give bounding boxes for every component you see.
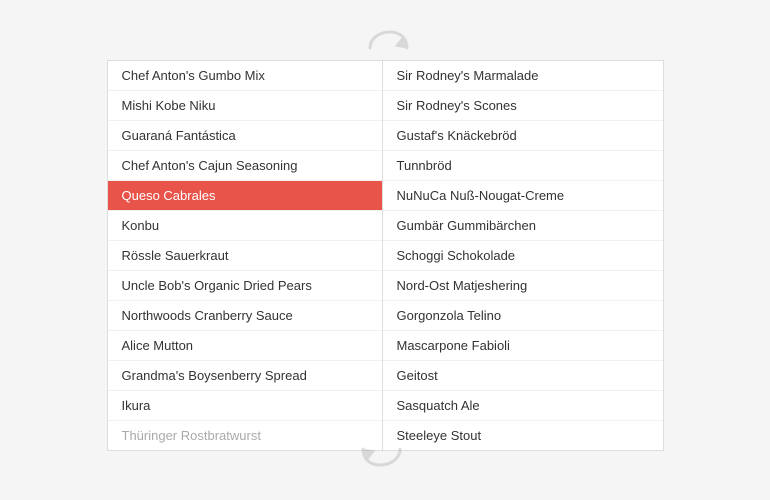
list-item[interactable]: Queso Cabrales xyxy=(108,181,382,211)
refresh-arrow-bottom[interactable] xyxy=(355,429,415,469)
list-item[interactable]: Rössle Sauerkraut xyxy=(108,241,382,271)
list-item[interactable]: Chef Anton's Cajun Seasoning xyxy=(108,151,382,181)
refresh-arrow-top[interactable] xyxy=(355,28,415,68)
list-item[interactable]: Schoggi Schokolade xyxy=(383,241,663,271)
main-container: Chef Anton's Gumbo MixMishi Kobe NikuGua… xyxy=(0,0,770,500)
list-item[interactable]: Uncle Bob's Organic Dried Pears xyxy=(108,271,382,301)
list-item[interactable]: Sir Rodney's Scones xyxy=(383,91,663,121)
left-list-panel: Chef Anton's Gumbo MixMishi Kobe NikuGua… xyxy=(108,61,383,450)
list-item[interactable]: Tunnbröd xyxy=(383,151,663,181)
list-item[interactable]: Gustaf's Knäckebröd xyxy=(383,121,663,151)
dual-list: Chef Anton's Gumbo MixMishi Kobe NikuGua… xyxy=(107,60,664,451)
list-item[interactable]: Gorgonzola Telino xyxy=(383,301,663,331)
list-item[interactable]: NuNuCa Nuß-Nougat-Creme xyxy=(383,181,663,211)
list-item[interactable]: Nord-Ost Matjeshering xyxy=(383,271,663,301)
list-item[interactable]: Guaraná Fantástica xyxy=(108,121,382,151)
list-item[interactable]: Chef Anton's Gumbo Mix xyxy=(108,61,382,91)
list-item[interactable]: Gumbär Gummibärchen xyxy=(383,211,663,241)
list-item[interactable]: Konbu xyxy=(108,211,382,241)
list-item[interactable]: Geitost xyxy=(383,361,663,391)
list-item[interactable]: Alice Mutton xyxy=(108,331,382,361)
list-item[interactable]: Northwoods Cranberry Sauce xyxy=(108,301,382,331)
list-item[interactable]: Mishi Kobe Niku xyxy=(108,91,382,121)
list-item[interactable]: Sasquatch Ale xyxy=(383,391,663,421)
list-item[interactable]: Mascarpone Fabioli xyxy=(383,331,663,361)
list-item[interactable]: Grandma's Boysenberry Spread xyxy=(108,361,382,391)
list-item[interactable]: Steeleye Stout xyxy=(383,421,663,450)
list-item[interactable]: Ikura xyxy=(108,391,382,421)
list-item[interactable]: Thüringer Rostbratwurst xyxy=(108,421,382,450)
right-list-panel: Sir Rodney's MarmaladeSir Rodney's Scone… xyxy=(383,61,663,450)
list-item[interactable]: Sir Rodney's Marmalade xyxy=(383,61,663,91)
